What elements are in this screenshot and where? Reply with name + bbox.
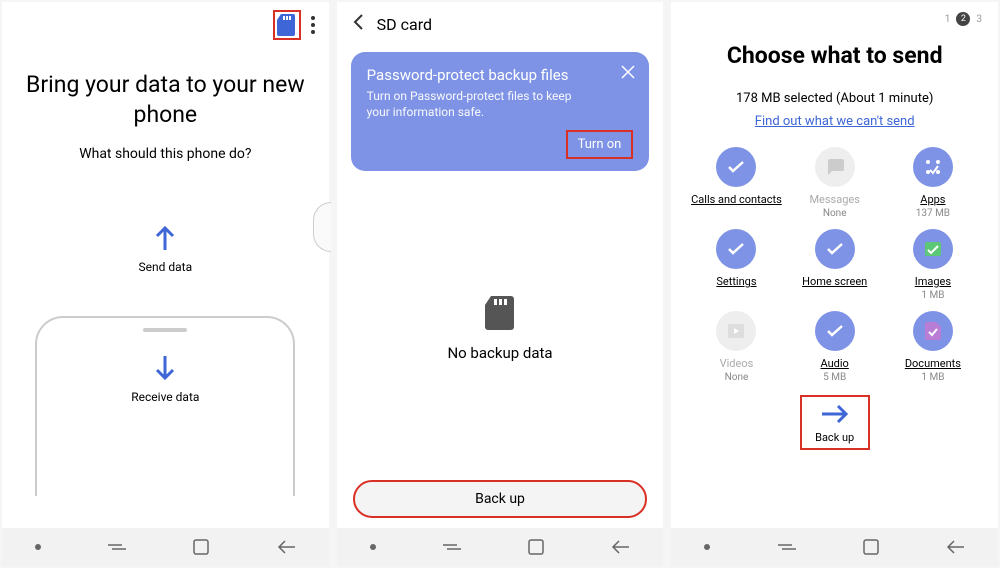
turn-on-button[interactable]: Turn on [566, 130, 634, 159]
tooltip-description: Turn on Password-protect files to keep y… [367, 88, 587, 120]
video-icon [716, 311, 756, 351]
step-2: 2 [956, 12, 970, 26]
nav-home-icon[interactable] [863, 539, 879, 555]
close-icon[interactable] [621, 64, 635, 83]
page-title: Choose what to send [683, 42, 986, 69]
nav-dot-icon [35, 544, 41, 550]
nav-back-icon[interactable] [610, 539, 630, 555]
phone-illustration: Receive data [35, 316, 295, 496]
sd-card-large-icon [485, 296, 515, 334]
item-apps[interactable]: Apps 137 MB [886, 147, 980, 219]
nav-recents-icon[interactable] [777, 540, 797, 554]
check-icon [815, 229, 855, 269]
check-icon [716, 229, 756, 269]
item-home-screen[interactable]: Home screen [788, 229, 882, 301]
receive-data-label: Receive data [131, 390, 199, 404]
check-icon [716, 147, 756, 187]
nav-back-icon[interactable] [276, 539, 296, 555]
header-title: SD card [377, 15, 432, 34]
nav-bar [2, 528, 329, 566]
nav-dot-icon [370, 544, 376, 550]
check-icon [815, 311, 855, 351]
more-icon[interactable] [307, 10, 319, 40]
nav-recents-icon[interactable] [442, 540, 462, 554]
back-icon[interactable] [353, 14, 363, 34]
selection-summary: 178 MB selected (About 1 minute) [671, 91, 998, 106]
images-icon [913, 229, 953, 269]
page-title: Bring your data to your new phone [18, 70, 313, 130]
item-messages[interactable]: Messages None [788, 147, 882, 219]
nav-back-icon[interactable] [945, 539, 965, 555]
cant-send-link[interactable]: Find out what we can't send [671, 114, 998, 129]
apps-icon [913, 147, 953, 187]
sd-card-icon[interactable] [273, 10, 301, 40]
backup-label: Back up [806, 431, 864, 444]
step-3: 3 [976, 14, 982, 25]
password-protect-tooltip: Password-protect backup files Turn on Pa… [351, 52, 650, 171]
no-backup-text: No backup data [447, 344, 552, 362]
nav-home-icon[interactable] [528, 539, 544, 555]
screen-choose-content: 1 2 3 Choose what to send 178 MB selecte… [671, 2, 998, 566]
item-documents[interactable]: Documents 1 MB [886, 311, 980, 383]
receive-data-button[interactable]: Receive data [131, 352, 199, 404]
item-videos[interactable]: Videos None [689, 311, 783, 383]
screen-sd-card: SD card Password-protect backup files Tu… [337, 2, 664, 566]
content-grid: Calls and contacts Messages None Apps 13… [671, 129, 998, 383]
nav-dot-icon [704, 544, 710, 550]
doc-icon [913, 311, 953, 351]
send-data-button[interactable]: Send data [139, 222, 193, 274]
nav-bar [671, 528, 998, 566]
nav-bar [337, 528, 664, 566]
send-data-label: Send data [139, 260, 193, 274]
page-subtitle: What should this phone do? [2, 146, 329, 162]
item-calls-contacts[interactable]: Calls and contacts [689, 147, 783, 219]
step-1: 1 [945, 14, 951, 25]
backup-button[interactable]: Back up [800, 395, 870, 450]
nav-home-icon[interactable] [193, 539, 209, 555]
step-indicator: 1 2 3 [671, 2, 998, 26]
nav-recents-icon[interactable] [107, 540, 127, 554]
item-audio[interactable]: Audio 5 MB [788, 311, 882, 383]
item-settings[interactable]: Settings [689, 229, 783, 301]
tooltip-title: Password-protect backup files [367, 66, 634, 84]
message-icon [815, 147, 855, 187]
screen-transfer-welcome: Bring your data to your new phone What s… [2, 2, 329, 566]
item-images[interactable]: Images 1 MB [886, 229, 980, 301]
backup-button[interactable]: Back up [353, 480, 648, 518]
